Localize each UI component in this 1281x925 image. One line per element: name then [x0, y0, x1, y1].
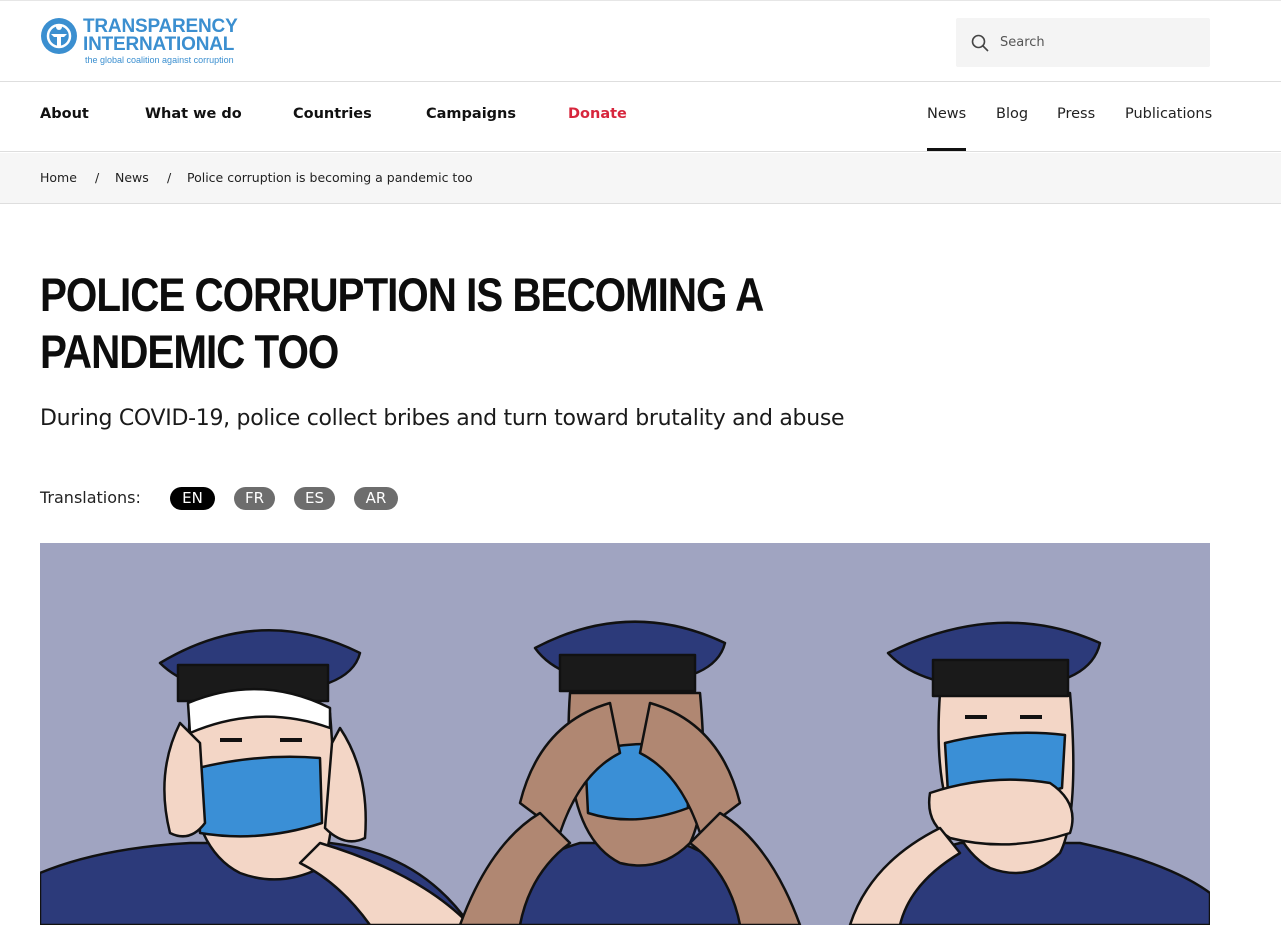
nav-item-donate[interactable]: Donate: [568, 106, 627, 122]
translation-en-button[interactable]: EN: [170, 487, 215, 510]
globe-logo-icon: [41, 18, 77, 54]
translation-ar-button[interactable]: AR: [354, 487, 398, 510]
nav-item-what-we-do[interactable]: What we do: [145, 106, 242, 122]
search-input[interactable]: [1000, 28, 1200, 56]
breadcrumb-home[interactable]: Home: [40, 170, 77, 185]
nav-item-publications[interactable]: Publications: [1125, 106, 1212, 122]
translations-label: Translations:: [40, 488, 141, 507]
three-masked-police-illustration: [40, 543, 1210, 925]
breadcrumb-current: Police corruption is becoming a pandemic…: [187, 170, 473, 185]
translation-es-button[interactable]: ES: [294, 487, 335, 510]
search-icon[interactable]: [970, 33, 990, 53]
logo-text-line2: INTERNATIONAL: [83, 34, 235, 55]
page-title: POLICE CORRUPTION IS BECOMING A PANDEMIC…: [40, 268, 763, 378]
nav-item-blog[interactable]: Blog: [996, 106, 1028, 122]
search-box[interactable]: [956, 18, 1210, 67]
breadcrumb-news[interactable]: News: [115, 170, 149, 185]
transparency-international-logo[interactable]: TRANSPARENCY INTERNATIONAL the global co…: [40, 15, 250, 69]
main-nav: About What we do Countries Campaigns Don…: [0, 82, 1281, 152]
article-subtitle: During COVID-19, police collect bribes a…: [40, 406, 845, 431]
translation-fr-button[interactable]: FR: [234, 487, 275, 510]
nav-item-countries[interactable]: Countries: [293, 106, 372, 122]
nav-item-about[interactable]: About: [40, 106, 89, 122]
hero-illustration: [40, 543, 1210, 925]
top-bar: TRANSPARENCY INTERNATIONAL the global co…: [0, 0, 1281, 82]
breadcrumb-separator: /: [95, 170, 100, 185]
logo-tagline: the global coalition against corruption: [85, 55, 234, 65]
nav-item-press[interactable]: Press: [1057, 106, 1095, 122]
breadcrumb: Home / News / Police corruption is becom…: [0, 153, 1281, 204]
breadcrumb-separator: /: [167, 170, 172, 185]
nav-item-news[interactable]: News: [927, 106, 966, 122]
active-nav-indicator: [927, 148, 966, 151]
nav-item-campaigns[interactable]: Campaigns: [426, 106, 516, 122]
